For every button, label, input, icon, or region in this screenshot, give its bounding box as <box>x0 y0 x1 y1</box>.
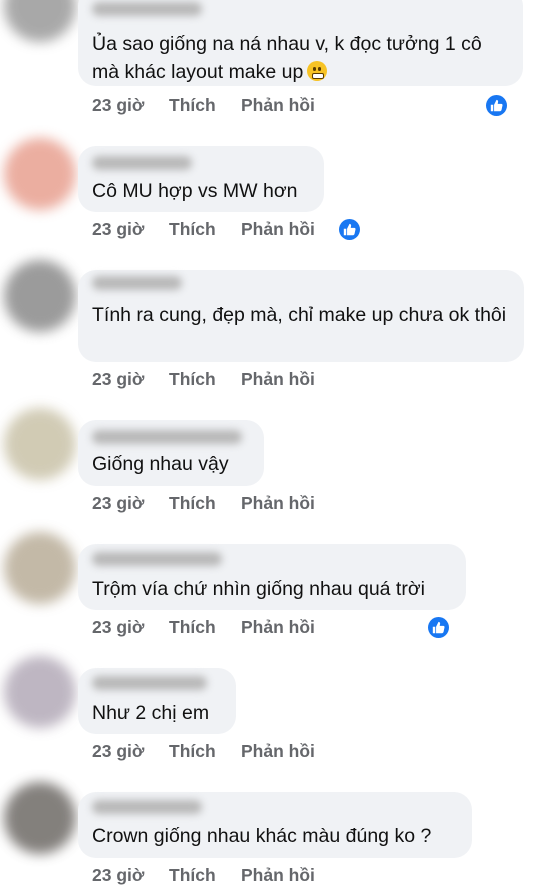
comment-bubble: Như 2 chị em <box>78 668 236 734</box>
avatar[interactable] <box>4 532 76 604</box>
avatar[interactable] <box>4 656 76 728</box>
like-button[interactable]: Thích <box>169 865 216 886</box>
like-button[interactable]: Thích <box>169 219 216 240</box>
comment-timestamp[interactable]: 23 giờ <box>92 865 144 886</box>
comment-bubble: Tính ra cung, đẹp mà, chỉ make up chưa o… <box>78 270 524 362</box>
author-name-redacted[interactable] <box>92 156 192 170</box>
like-button[interactable]: Thích <box>169 741 216 762</box>
author-name-redacted[interactable] <box>92 676 207 690</box>
reply-button[interactable]: Phản hồi <box>241 617 315 638</box>
comment-text: Như 2 chị em <box>92 702 210 724</box>
comment-timestamp[interactable]: 23 giờ <box>92 219 144 240</box>
reply-button[interactable]: Phản hồi <box>241 865 315 886</box>
author-name-redacted[interactable] <box>92 430 242 444</box>
like-button[interactable]: Thích <box>169 95 216 116</box>
comment-bubble: Giống nhau vậy <box>78 420 264 486</box>
avatar[interactable] <box>4 408 76 480</box>
like-button[interactable]: Thích <box>169 617 216 638</box>
comment-timestamp[interactable]: 23 giờ <box>92 617 144 638</box>
reply-button[interactable]: Phản hồi <box>241 741 315 762</box>
comment-text: Trộm vía chứ nhìn giống nhau quá trời <box>92 578 425 600</box>
comment-bubble: Crown giống nhau khác màu đúng ko ? <box>78 792 472 858</box>
avatar[interactable] <box>4 0 76 42</box>
avatar[interactable] <box>4 138 76 210</box>
comment-bubble: Trộm vía chứ nhìn giống nhau quá trời <box>78 544 466 610</box>
reply-button[interactable]: Phản hồi <box>241 493 315 514</box>
author-name-redacted[interactable] <box>92 800 202 814</box>
avatar[interactable] <box>4 260 76 332</box>
author-name-redacted[interactable] <box>92 276 182 290</box>
comment-text: Crown giống nhau khác màu đúng ko ? <box>92 825 432 847</box>
comment-text: Tính ra cung, đẹp mà, chỉ make up chưa o… <box>92 304 507 326</box>
comment-timestamp[interactable]: 23 giờ <box>92 493 144 514</box>
comment-bubble: Cô MU hợp vs MW hơn <box>78 146 324 212</box>
grimacing-emoji-icon <box>307 61 328 81</box>
reply-button[interactable]: Phản hồi <box>241 219 315 240</box>
comment-bubble: Ủa sao giống na ná nhau v, k đọc tưởng 1… <box>78 0 523 86</box>
like-button[interactable]: Thích <box>169 369 216 390</box>
comment-timestamp[interactable]: 23 giờ <box>92 95 144 116</box>
like-button[interactable]: Thích <box>169 493 216 514</box>
reply-button[interactable]: Phản hồi <box>241 95 315 116</box>
comment-text: Cô MU hợp vs MW hơn <box>92 180 298 202</box>
avatar[interactable] <box>4 782 76 854</box>
thumbs-up-icon <box>428 617 449 638</box>
author-name-redacted[interactable] <box>92 2 202 16</box>
comment-text: Giống nhau vậy <box>92 453 229 475</box>
comment-timestamp[interactable]: 23 giờ <box>92 741 144 762</box>
author-name-redacted[interactable] <box>92 552 222 566</box>
thumbs-up-icon <box>339 219 360 240</box>
reply-button[interactable]: Phản hồi <box>241 369 315 390</box>
comment-timestamp[interactable]: 23 giờ <box>92 369 144 390</box>
thumbs-up-icon <box>486 95 507 116</box>
comment-text: Ủa sao giống na ná nhau v, k đọc tưởng 1… <box>92 33 482 83</box>
